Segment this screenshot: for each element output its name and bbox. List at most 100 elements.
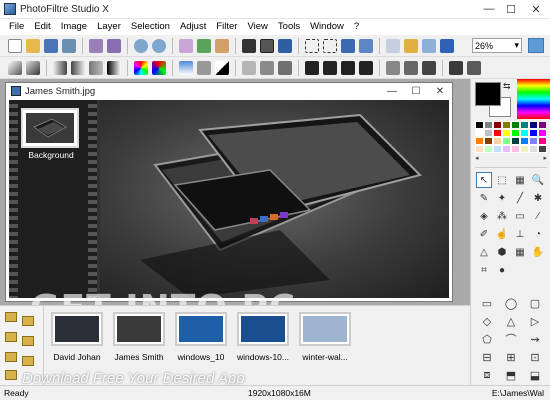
lasso-select-icon[interactable]: ⬚ <box>494 172 510 188</box>
folder-icon[interactable] <box>22 316 34 326</box>
rounded-rect-shape-icon[interactable]: ▢ <box>523 294 547 312</box>
menu-adjust[interactable]: Adjust <box>175 19 211 35</box>
ellipse-shape-icon[interactable]: ◯ <box>499 294 523 312</box>
paint-brush-icon[interactable] <box>404 38 418 53</box>
align-right-icon[interactable]: ⊡ <box>523 348 547 366</box>
invert-icon[interactable] <box>215 60 229 75</box>
select-all-icon[interactable] <box>305 38 319 53</box>
right-triangle-shape-icon[interactable]: ▷ <box>523 312 547 330</box>
folder-icon[interactable] <box>5 332 17 342</box>
line-tool-icon[interactable]: ╱ <box>512 190 528 206</box>
help-icon[interactable] <box>528 38 544 53</box>
select-arrow-icon[interactable]: ↖ <box>476 172 492 188</box>
palette-swatch[interactable] <box>529 145 538 153</box>
brightness-minus-icon[interactable] <box>53 60 67 75</box>
image-canvas[interactable] <box>100 100 449 298</box>
palette-swatch[interactable] <box>484 137 493 145</box>
browse-icon[interactable] <box>62 38 76 53</box>
eraser-icon[interactable]: ▭ <box>512 208 528 224</box>
document-titlebar[interactable]: James Smith.jpg — ☐ ✕ <box>6 83 452 99</box>
hide-selection-icon[interactable] <box>323 38 337 53</box>
palette-swatch[interactable] <box>502 137 511 145</box>
menu-edit[interactable]: Edit <box>29 19 55 35</box>
folder-icon[interactable] <box>5 370 17 380</box>
contrast-plus-icon[interactable] <box>107 60 121 75</box>
folder-icon[interactable] <box>22 356 34 366</box>
spray-can-icon[interactable]: ⁂ <box>494 208 510 224</box>
menu-view[interactable]: View <box>242 19 272 35</box>
palette-swatch[interactable] <box>502 129 511 137</box>
spray-icon[interactable]: ✱ <box>530 190 546 206</box>
undo-icon[interactable] <box>134 38 148 53</box>
pencil-icon[interactable]: ✐ <box>476 226 492 242</box>
brush-icon[interactable]: ∕ <box>530 208 546 224</box>
lasso-shape-icon[interactable]: ⌒ <box>499 330 523 348</box>
sponge-icon[interactable]: ⬢ <box>494 244 510 260</box>
palette-swatch[interactable] <box>511 121 520 129</box>
palette-swatch[interactable] <box>502 145 511 153</box>
rotate-right-icon[interactable] <box>359 60 373 75</box>
menu-tools[interactable]: Tools <box>273 19 305 35</box>
palette-swatch[interactable] <box>529 129 538 137</box>
thumbnail-item[interactable]: winter-wal... <box>295 308 355 384</box>
redo-icon[interactable] <box>152 38 166 53</box>
color-picker-icon[interactable]: 🔍 <box>530 172 546 188</box>
hand-icon[interactable]: ✋ <box>530 244 546 260</box>
align-center-icon[interactable]: ⊞ <box>499 348 523 366</box>
palette-left-arrow-icon[interactable]: ◂ <box>475 154 479 164</box>
scroll-icon[interactable]: ▦ <box>512 172 528 188</box>
resize-icon[interactable] <box>386 38 400 53</box>
crop-icon[interactable]: ⌗ <box>476 262 492 278</box>
palette-swatch[interactable] <box>520 129 529 137</box>
new-file-icon[interactable] <box>8 38 22 53</box>
foreground-color-swatch[interactable] <box>475 82 501 106</box>
copy-icon[interactable] <box>179 38 193 53</box>
menu-file[interactable]: File <box>4 19 29 35</box>
palette-swatch[interactable] <box>475 129 484 137</box>
palette-swatch[interactable] <box>538 145 547 153</box>
text-icon[interactable] <box>341 38 355 53</box>
palette-right-arrow-icon[interactable]: ▸ <box>543 154 547 164</box>
hue-icon[interactable] <box>152 60 166 75</box>
palette-swatch[interactable] <box>520 137 529 145</box>
align-left-icon[interactable]: ⊟ <box>475 348 499 366</box>
palette-swatch[interactable] <box>511 145 520 153</box>
magic-wand-icon[interactable]: ✦ <box>494 190 510 206</box>
swap-colors-icon[interactable]: ⇆ <box>503 81 513 91</box>
sharpen-filter-icon[interactable] <box>260 60 274 75</box>
flip-vertical-icon[interactable] <box>323 60 337 75</box>
auto-contrast-icon[interactable] <box>26 60 40 75</box>
palette-swatch[interactable] <box>475 137 484 145</box>
menu-image[interactable]: Image <box>56 19 92 35</box>
skew-icon[interactable] <box>404 60 418 75</box>
effects-icon[interactable] <box>422 38 436 53</box>
document-window[interactable]: James Smith.jpg — ☐ ✕ Background <box>5 82 453 302</box>
folder-icon[interactable] <box>5 312 17 322</box>
saturation-icon[interactable] <box>134 60 148 75</box>
minimize-button[interactable]: — <box>478 0 500 19</box>
menu-help[interactable]: ? <box>349 19 364 35</box>
stamp-icon[interactable]: ⊥ <box>512 226 528 242</box>
chevron-down-icon[interactable]: ▾ <box>514 40 519 51</box>
polygon-shape-icon[interactable]: ⬠ <box>475 330 499 348</box>
palette-swatch[interactable] <box>493 137 502 145</box>
palette-swatch[interactable] <box>520 145 529 153</box>
distort-icon[interactable] <box>422 60 436 75</box>
stretch-icon[interactable] <box>386 60 400 75</box>
palette-swatch[interactable] <box>538 129 547 137</box>
folder-icon[interactable] <box>5 352 17 362</box>
frame-2-icon[interactable]: ⬒ <box>499 366 523 384</box>
brightness-plus-icon[interactable] <box>71 60 85 75</box>
soften-filter-icon[interactable] <box>278 60 292 75</box>
palette-swatch[interactable] <box>484 145 493 153</box>
print-icon[interactable] <box>89 38 103 53</box>
emboss-icon[interactable] <box>467 60 481 75</box>
palette-swatch[interactable] <box>493 121 502 129</box>
color-spectrum[interactable] <box>517 79 550 119</box>
mask-icon[interactable] <box>359 38 373 53</box>
doc-close-button[interactable]: ✕ <box>428 83 452 99</box>
palette-swatch[interactable] <box>484 129 493 137</box>
diamond-shape-icon[interactable]: ◇ <box>475 312 499 330</box>
sharpen-icon[interactable]: △ <box>476 244 492 260</box>
palette-swatch[interactable] <box>475 121 484 129</box>
